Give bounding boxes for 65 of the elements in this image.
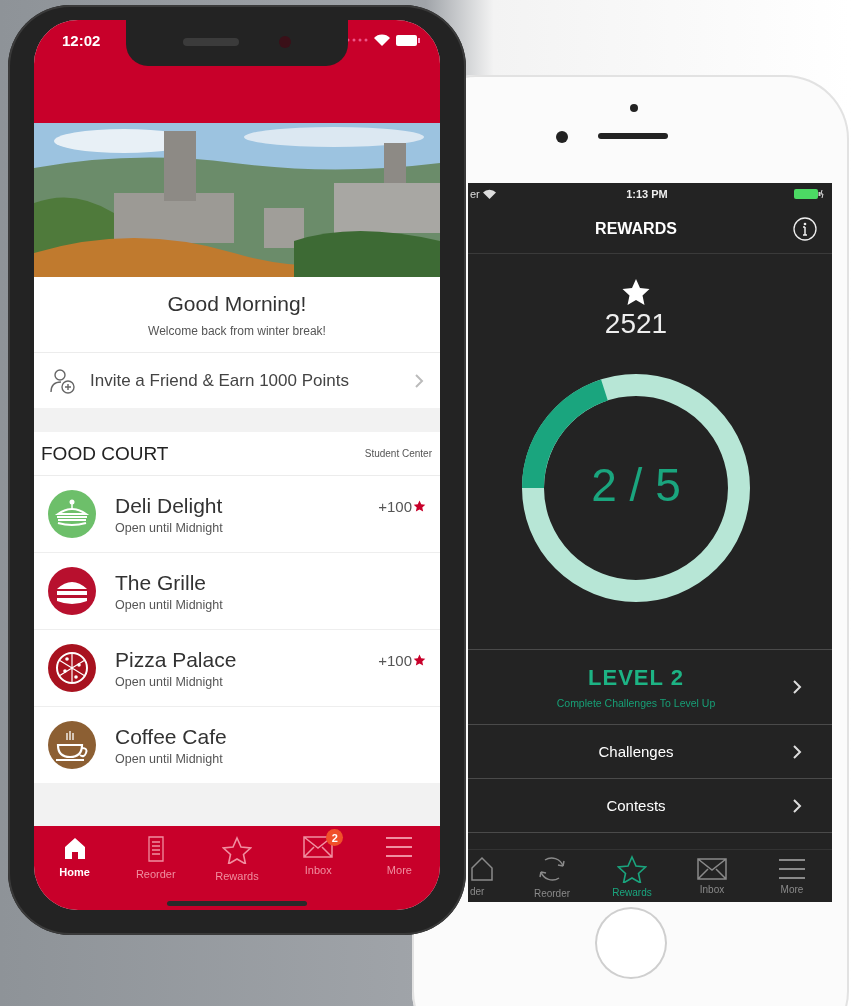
- battery-icon: [396, 34, 420, 46]
- home-icon: [470, 855, 494, 882]
- points-bonus: +100: [378, 651, 412, 669]
- menu-item[interactable]: Contests: [468, 779, 832, 833]
- menu-icon: [778, 857, 806, 880]
- tab-bar-item[interactable]: der: [468, 850, 512, 902]
- star-icon: [617, 854, 647, 883]
- chevron-icon: [792, 797, 802, 814]
- level-row[interactable]: LEVEL 2 Complete Challenges To Level Up: [468, 650, 832, 725]
- tab-bar-item[interactable]: Inbox: [672, 850, 752, 902]
- info-button[interactable]: [793, 217, 817, 241]
- menu-item[interactable]: Challenges: [468, 725, 832, 779]
- opening-hours: Open until Midnight: [115, 597, 224, 612]
- level-hint: Complete Challenges To Level Up: [556, 697, 716, 709]
- signal-icon: [346, 38, 368, 42]
- restaurant-row[interactable]: Coffee Cafe Open until Midnight: [34, 707, 440, 783]
- greeting-title: Good Morning!: [167, 291, 307, 316]
- chevron-icon: [792, 679, 802, 695]
- speaker-grille: [183, 38, 239, 46]
- restaurant-name: Pizza Palace: [115, 647, 238, 672]
- restaurant-name: Deli Delight: [115, 493, 224, 518]
- add-person-icon: [50, 367, 76, 394]
- restaurant-name: Coffee Cafe: [115, 724, 228, 749]
- wifi-icon: [482, 189, 496, 199]
- points-total: 2521: [604, 308, 668, 340]
- status-time: 12:02: [62, 31, 101, 49]
- envelope-icon: [303, 836, 334, 858]
- status-time: 1:13 PM: [626, 188, 668, 200]
- level-title: LEVEL 2: [588, 665, 684, 691]
- tab-bar-item[interactable]: Reorder: [512, 850, 592, 902]
- opening-hours: Open until Midnight: [115, 751, 224, 766]
- restaurant-row[interactable]: Pizza Palace Open until Midnight +100: [34, 630, 440, 707]
- opening-hours: Open until Midnight: [115, 674, 224, 689]
- tab-bar-item[interactable]: Rewards: [592, 850, 672, 902]
- star-icon: [621, 278, 651, 306]
- restaurant-row[interactable]: The Grille Open until Midnight: [34, 553, 440, 630]
- star-icon: [413, 500, 426, 512]
- invite-row[interactable]: Invite a Friend & Earn 1000 Points: [34, 353, 440, 408]
- points-bonus: +100: [378, 497, 412, 515]
- camera-lens: [556, 131, 568, 143]
- section-title: FOOD COURT: [41, 442, 169, 465]
- location-label: Student Center: [364, 448, 432, 459]
- sensor-dot: [630, 104, 638, 112]
- speaker-grille: [598, 133, 668, 139]
- restaurant-row[interactable]: Deli Delight Open until Midnight +100: [34, 476, 440, 553]
- battery-icon: [794, 189, 824, 199]
- star-icon: [413, 654, 426, 666]
- chevron-icon: [792, 743, 802, 760]
- tab-bar-item[interactable]: 2 Inbox: [277, 828, 359, 882]
- greeting-subtitle: Welcome back from winter break!: [148, 323, 326, 338]
- chevron-icon: [414, 372, 424, 389]
- star-icon: [222, 836, 252, 864]
- wifi-icon: [374, 34, 390, 46]
- tab-bar-item[interactable]: Home: [34, 828, 116, 882]
- tab-bar-item[interactable]: More: [752, 850, 832, 902]
- opening-hours: Open until Midnight: [115, 520, 224, 535]
- menu-icon: [385, 836, 414, 858]
- progress-label: 2 / 5: [590, 458, 682, 512]
- unread-badge: 2: [326, 829, 344, 846]
- restaurant-name: The Grille: [115, 570, 208, 595]
- info-icon: [793, 217, 817, 241]
- home-icon: [62, 836, 87, 860]
- screen-title: REWARDS: [595, 220, 677, 238]
- carrier-label: er: [470, 188, 480, 200]
- envelope-icon: [697, 857, 727, 880]
